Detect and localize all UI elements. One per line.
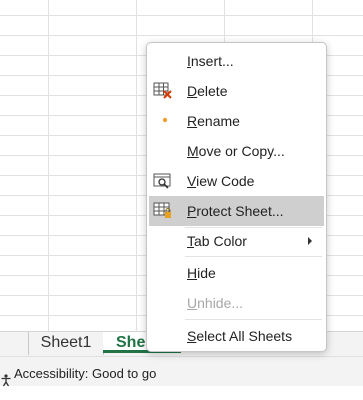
sheet-context-menu: Insert... Delete Rename Move or Copy... xyxy=(146,42,327,352)
menu-item-view-code[interactable]: View Code xyxy=(149,166,324,196)
menu-item-select-all-sheets[interactable]: Select All Sheets xyxy=(149,321,324,351)
menu-item-label: Delete xyxy=(187,83,228,99)
menu-item-label: Protect Sheet... xyxy=(187,203,284,219)
menu-item-label: Rename xyxy=(187,113,240,129)
menu-item-label: Select All Sheets xyxy=(187,328,293,344)
submenu-arrow-icon xyxy=(308,237,312,245)
delete-sheet-icon xyxy=(153,82,173,100)
menu-item-label: Hide xyxy=(187,265,216,281)
menu-item-insert[interactable]: Insert... xyxy=(149,46,324,76)
orange-dot-icon xyxy=(153,112,173,130)
accessibility-icon[interactable] xyxy=(0,366,14,387)
menu-item-protect-sheet[interactable]: Protect Sheet... xyxy=(149,196,324,226)
menu-separator xyxy=(185,319,322,320)
protect-sheet-icon xyxy=(153,202,173,220)
menu-item-tab-color[interactable]: Tab Color xyxy=(149,226,324,256)
menu-separator xyxy=(185,256,322,257)
sheet-tab-sheet1[interactable]: Sheet1 xyxy=(28,332,104,355)
status-text[interactable]: Accessibility: Good to go xyxy=(14,357,156,391)
menu-item-label: Insert... xyxy=(187,53,234,69)
menu-item-label: View Code xyxy=(187,173,255,189)
view-code-icon xyxy=(153,172,173,190)
status-bar: Accessibility: Good to go xyxy=(0,356,363,387)
menu-item-delete[interactable]: Delete xyxy=(149,76,324,106)
menu-item-hide[interactable]: Hide xyxy=(149,258,324,288)
menu-item-rename[interactable]: Rename xyxy=(149,106,324,136)
menu-item-label: Move or Copy... xyxy=(187,143,285,159)
menu-item-move-or-copy[interactable]: Move or Copy... xyxy=(149,136,324,166)
menu-item-label: Unhide... xyxy=(187,295,244,311)
menu-item-unhide: Unhide... xyxy=(149,288,324,318)
menu-item-label: Tab Color xyxy=(187,233,247,249)
